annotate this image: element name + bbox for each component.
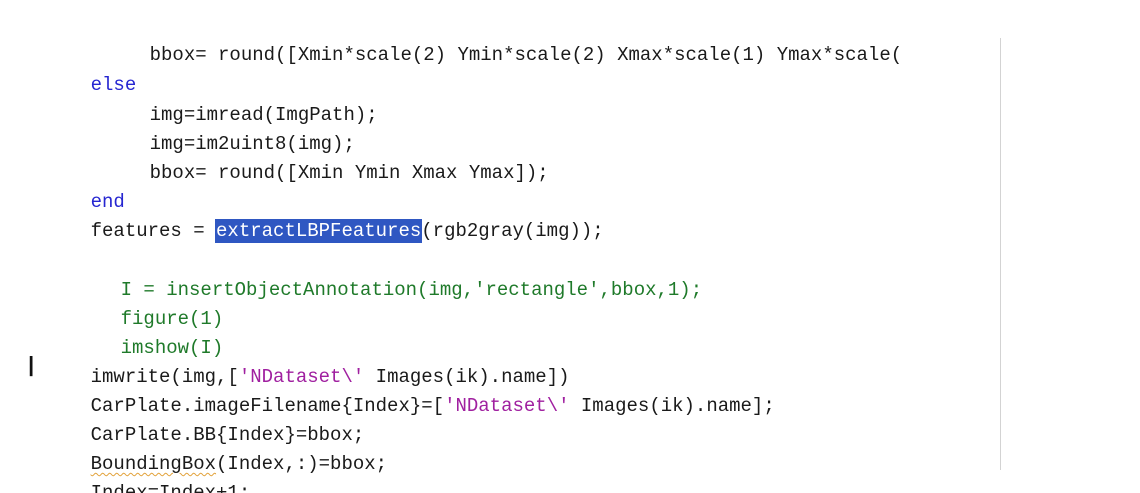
code-line-7[interactable]: features = extractLBPFeatures(rgb2gray(i… [45, 188, 604, 243]
code-line-2[interactable]: else [45, 42, 137, 96]
code-line-9[interactable]: figure(1) [75, 276, 224, 330]
right-margin-line [1000, 38, 1001, 470]
string-literal: 'NDataset\' [444, 395, 570, 417]
code-line-13[interactable]: CarPlate.BB{Index}=bbox; [45, 392, 365, 446]
code-text: features = [90, 220, 217, 242]
text-cursor-icon: I [27, 350, 36, 383]
code-text: Images(ik).name]; [569, 395, 775, 417]
code-line-12[interactable]: CarPlate.imageFilename{Index}=['NDataset… [45, 363, 775, 417]
code-text: (rgb2gray(img)); [421, 220, 604, 242]
code-text: bbox= round([Xmin Ymin Xmax Ymax]); [149, 162, 549, 184]
code-line-15[interactable]: Index=Index+1; [45, 450, 251, 493]
code-line-1[interactable]: bbox= round([Xmin*scale(2) Ymin*scale(2)… [104, 12, 903, 66]
code-line-14[interactable]: BoundingBox(Index,:)=bbox; [45, 421, 387, 475]
code-text: Index=Index+1; [90, 482, 251, 493]
selected-text[interactable]: extractLBPFeatures [215, 219, 423, 243]
code-text: bbox= round([Xmin*scale(2) Ymin*scale(2)… [149, 44, 903, 66]
code-line-3[interactable]: img=imread(ImgPath); [104, 72, 378, 126]
code-line-5[interactable]: bbox= round([Xmin Ymin Xmax Ymax]); [104, 130, 549, 184]
code-line-6[interactable]: end [45, 159, 125, 213]
code-line-11[interactable]: imwrite(img,['NDataset\' Images(ik).name… [45, 334, 570, 388]
code-editor[interactable]: bbox= round([Xmin*scale(2) Ymin*scale(2)… [0, 0, 1140, 493]
code-line-4[interactable]: img=im2uint8(img); [104, 101, 355, 155]
code-line-10[interactable]: imshow(I) [75, 305, 224, 359]
code-line-8[interactable]: I = insertObjectAnnotation(img,'rectangl… [75, 247, 703, 301]
